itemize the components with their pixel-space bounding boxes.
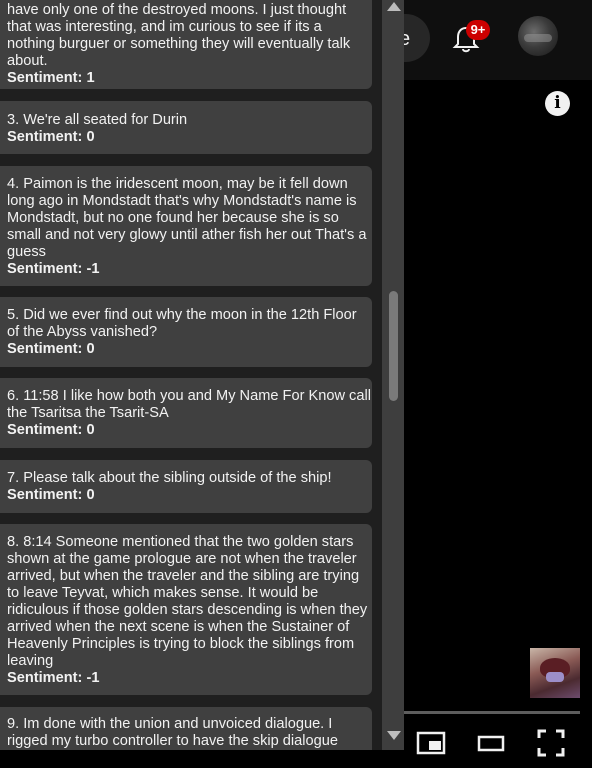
comment-card: have only one of the destroyed moons. I … [0, 0, 372, 89]
sentiment-score: Sentiment: 0 [7, 487, 95, 503]
panel-bottom-edge [0, 750, 404, 768]
scroll-down-arrow-icon[interactable] [387, 731, 401, 740]
scroll-up-arrow-icon[interactable] [387, 2, 401, 11]
sentiment-score: Sentiment: 0 [7, 341, 95, 357]
sentiment-score: Sentiment: 0 [7, 422, 95, 438]
comment-card: 8. 8:14 Someone mentioned that the two g… [0, 524, 372, 695]
miniplayer-icon[interactable] [416, 728, 446, 758]
comment-text: 5. Did we ever find out why the moon in … [7, 307, 357, 340]
comment-text: 4. Paimon is the iridescent moon, may be… [7, 176, 367, 260]
progress-bar[interactable] [404, 711, 580, 714]
comment-card: 4. Paimon is the iridescent moon, may be… [0, 166, 372, 286]
comment-card: 3. We're all seated for Durin Sentiment:… [0, 101, 372, 154]
account-avatar[interactable] [518, 16, 558, 56]
comment-text: 6. 11:58 I like how both you and My Name… [7, 388, 371, 421]
comment-text: 8. 8:14 Someone mentioned that the two g… [7, 534, 368, 669]
comment-card: 7. Please talk about the sibling outside… [0, 460, 372, 513]
notification-count-badge: 9+ [466, 20, 490, 40]
scrollbar-thumb[interactable] [389, 291, 398, 401]
comment-card: 9. Im done with the union and unvoiced d… [0, 707, 372, 750]
comment-text: have only one of the destroyed moons. I … [7, 2, 351, 69]
channel-thumbnail[interactable] [530, 648, 580, 698]
comment-text: 9. Im done with the union and unvoiced d… [7, 716, 338, 749]
comment-text: 7. Please talk about the sibling outside… [7, 470, 332, 486]
comment-card: 6. 11:58 I like how both you and My Name… [0, 378, 372, 448]
sentiment-score: Sentiment: 0 [7, 129, 95, 145]
top-bar [404, 0, 592, 80]
theater-mode-icon[interactable] [476, 728, 506, 758]
fullscreen-icon[interactable] [536, 728, 566, 758]
sentiment-score: Sentiment: 1 [7, 70, 95, 86]
sentiment-score: Sentiment: -1 [7, 670, 100, 686]
sentiment-panel: have only one of the destroyed moons. I … [0, 0, 404, 750]
sentiment-score: Sentiment: -1 [7, 261, 100, 277]
comment-text: 3. We're all seated for Durin [7, 112, 188, 128]
info-icon[interactable]: i [545, 91, 570, 116]
comment-card: 5. Did we ever find out why the moon in … [0, 297, 372, 367]
